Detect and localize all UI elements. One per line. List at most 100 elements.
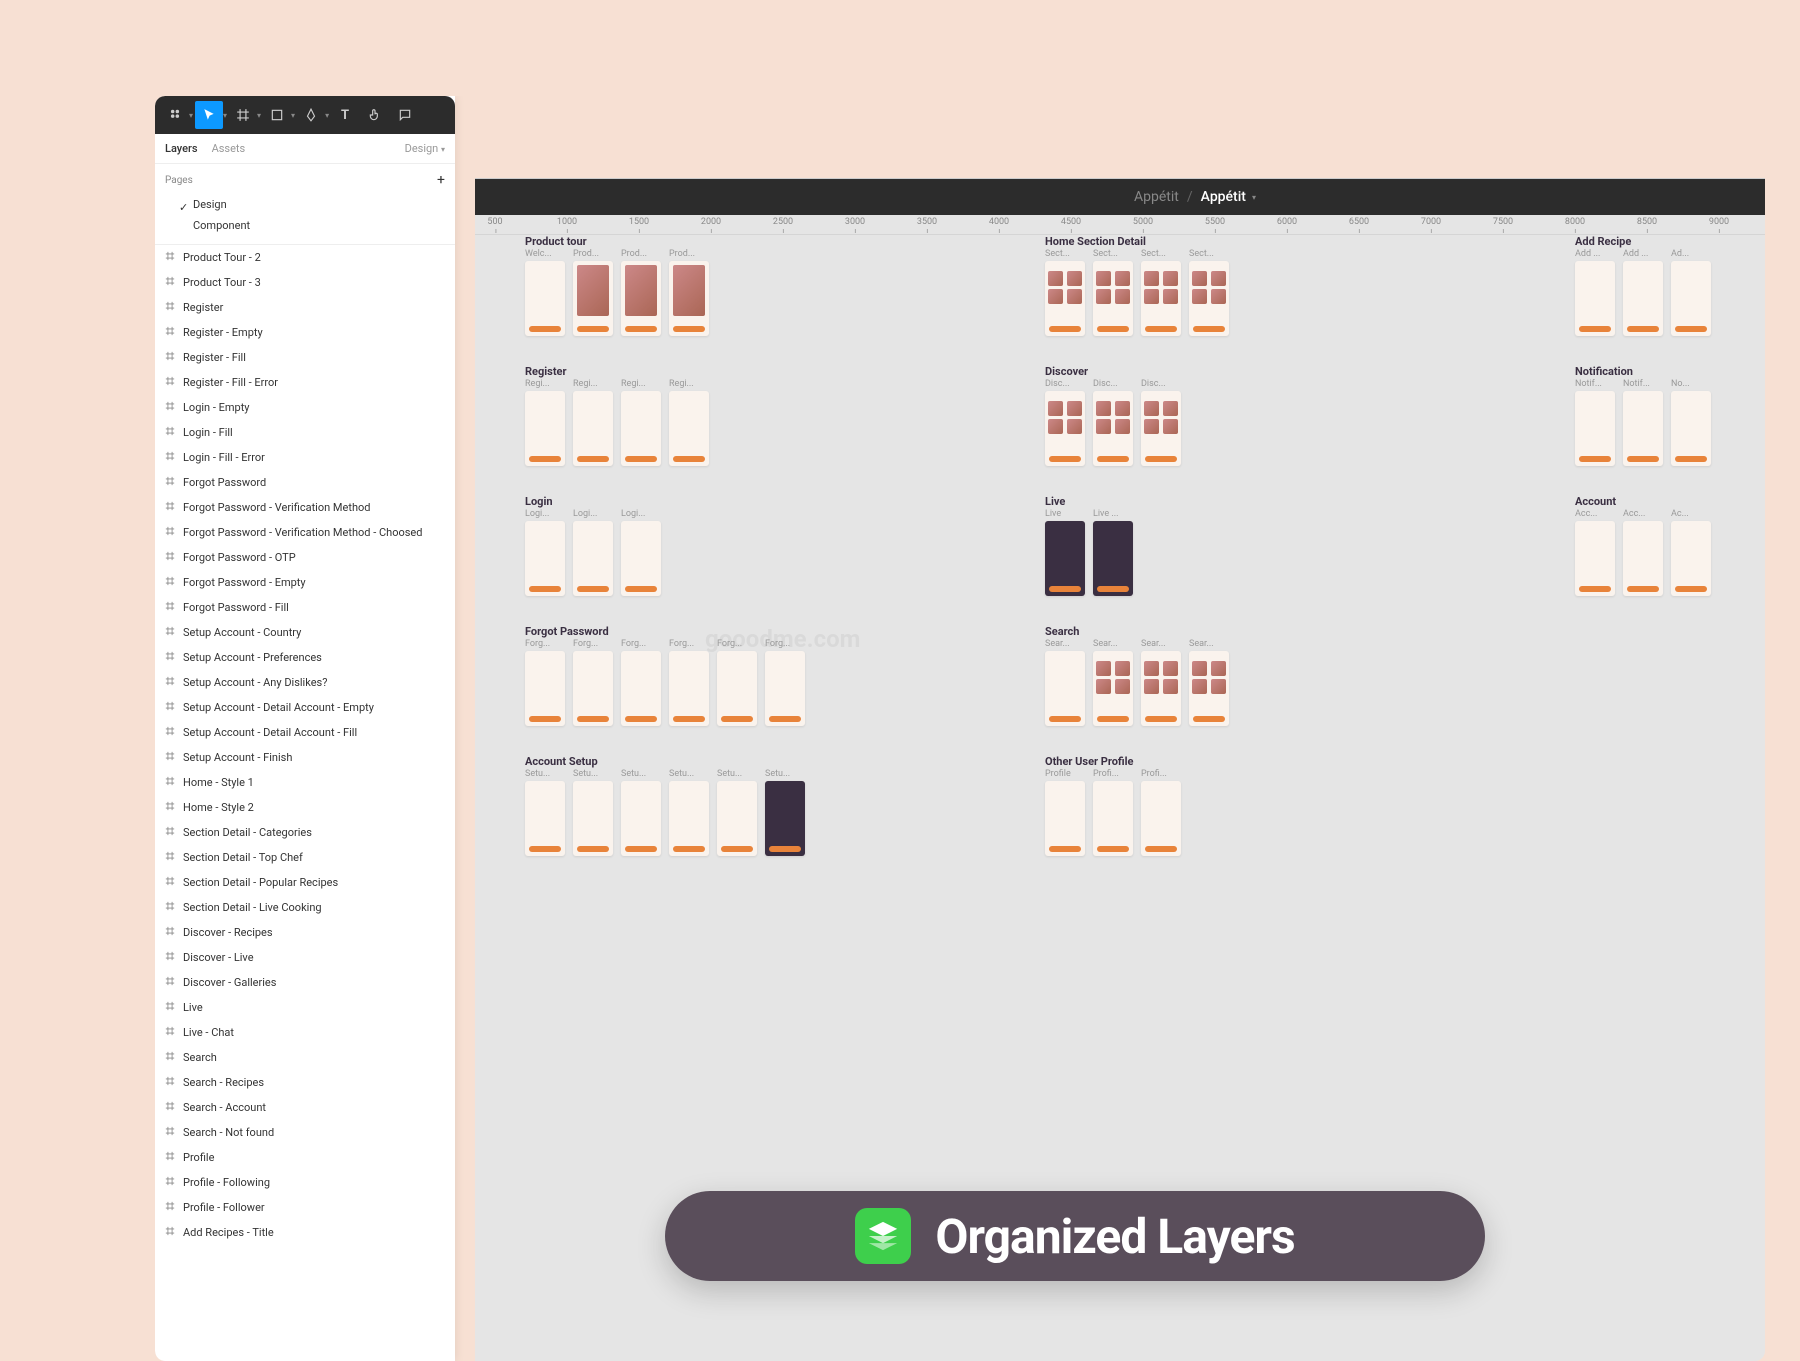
pen-tool-icon[interactable] xyxy=(297,101,325,129)
layer-item[interactable]: Discover - Live xyxy=(155,945,455,970)
layer-item[interactable]: Forgot Password - OTP xyxy=(155,545,455,570)
frame-thumb[interactable]: Prod... xyxy=(621,249,661,336)
frame-thumb[interactable]: Prod... xyxy=(573,249,613,336)
layer-item[interactable]: Forgot Password - Verification Method xyxy=(155,495,455,520)
breadcrumb-parent[interactable]: Appétit xyxy=(1134,189,1179,205)
layer-item[interactable]: Setup Account - Country xyxy=(155,620,455,645)
comment-tool-icon[interactable] xyxy=(391,101,419,129)
layer-item[interactable]: Discover - Recipes xyxy=(155,920,455,945)
canvas-body[interactable]: gooodme.com Product tourWelc...Prod...Pr… xyxy=(475,235,1765,1355)
frame-thumb[interactable]: Setu... xyxy=(621,769,661,856)
layer-item[interactable]: Register xyxy=(155,295,455,320)
layer-item[interactable]: Section Detail - Live Cooking xyxy=(155,895,455,920)
frame-thumb[interactable]: Setu... xyxy=(669,769,709,856)
frame-thumb[interactable]: Regi... xyxy=(573,379,613,466)
frame-thumb[interactable]: Logi... xyxy=(573,509,613,596)
frame-thumb[interactable]: Disc... xyxy=(1045,379,1085,466)
figma-menu-icon[interactable] xyxy=(161,101,189,129)
layer-item[interactable]: Section Detail - Popular Recipes xyxy=(155,870,455,895)
frame-thumb[interactable]: Notif... xyxy=(1623,379,1663,466)
layer-item[interactable]: Forgot Password - Fill xyxy=(155,595,455,620)
layer-item[interactable]: Login - Fill xyxy=(155,420,455,445)
frame-thumb[interactable]: Forg... xyxy=(621,639,661,726)
layer-item[interactable]: Product Tour - 3 xyxy=(155,270,455,295)
layer-item[interactable]: Search - Account xyxy=(155,1095,455,1120)
frame-thumb[interactable]: Prod... xyxy=(669,249,709,336)
frame-thumb[interactable]: Notif... xyxy=(1575,379,1615,466)
frame-thumb[interactable]: Forg... xyxy=(669,639,709,726)
hand-tool-icon[interactable] xyxy=(361,101,389,129)
layer-item[interactable]: Setup Account - Finish xyxy=(155,745,455,770)
frame-thumb[interactable]: Live ... xyxy=(1093,509,1133,596)
page-item[interactable]: ✓Component xyxy=(165,215,445,236)
frame-thumb[interactable]: Forg... xyxy=(573,639,613,726)
frame-thumb[interactable]: Profi... xyxy=(1141,769,1181,856)
layer-item[interactable]: Product Tour - 2 xyxy=(155,245,455,270)
tab-assets[interactable]: Assets xyxy=(212,142,246,155)
frame-thumb[interactable]: Disc... xyxy=(1093,379,1133,466)
breadcrumb-active[interactable]: Appétit xyxy=(1201,189,1246,205)
layer-item[interactable]: Live xyxy=(155,995,455,1020)
frame-thumb[interactable]: Acc... xyxy=(1623,509,1663,596)
frame-thumb[interactable]: Sear... xyxy=(1189,639,1229,726)
layer-item[interactable]: Home - Style 1 xyxy=(155,770,455,795)
layer-item[interactable]: Profile - Following xyxy=(155,1170,455,1195)
layer-item[interactable]: Search - Not found xyxy=(155,1120,455,1145)
layer-item[interactable]: Profile - Follower xyxy=(155,1195,455,1220)
frame-thumb[interactable]: Setu... xyxy=(717,769,757,856)
frame-thumb[interactable]: Forg... xyxy=(717,639,757,726)
frame-thumb[interactable]: Logi... xyxy=(621,509,661,596)
frame-thumb[interactable]: Logi... xyxy=(525,509,565,596)
frame-thumb[interactable]: Welc... xyxy=(525,249,565,336)
rect-tool-icon[interactable] xyxy=(263,101,291,129)
layer-item[interactable]: Setup Account - Detail Account - Empty xyxy=(155,695,455,720)
frame-thumb[interactable]: Acc... xyxy=(1575,509,1615,596)
frame-thumb[interactable]: Sect... xyxy=(1045,249,1085,336)
frame-thumb[interactable]: Forg... xyxy=(525,639,565,726)
frame-thumb[interactable]: Add ... xyxy=(1623,249,1663,336)
frame-thumb[interactable]: Sect... xyxy=(1141,249,1181,336)
frame-thumb[interactable]: Profi... xyxy=(1093,769,1133,856)
layer-item[interactable]: Setup Account - Detail Account - Fill xyxy=(155,720,455,745)
frame-thumb[interactable]: Forg... xyxy=(765,639,805,726)
frame-thumb[interactable]: Sear... xyxy=(1141,639,1181,726)
layer-item[interactable]: Login - Empty xyxy=(155,395,455,420)
frame-thumb[interactable]: Regi... xyxy=(621,379,661,466)
layer-item[interactable]: Section Detail - Categories xyxy=(155,820,455,845)
frame-tool-icon[interactable] xyxy=(229,101,257,129)
layer-item[interactable]: Home - Style 2 xyxy=(155,795,455,820)
layer-item[interactable]: Discover - Galleries xyxy=(155,970,455,995)
text-tool-icon[interactable]: T xyxy=(331,101,359,129)
layer-item[interactable]: Forgot Password xyxy=(155,470,455,495)
frame-thumb[interactable]: Profile xyxy=(1045,769,1085,856)
frame-thumb[interactable]: Regi... xyxy=(669,379,709,466)
add-page-icon[interactable]: + xyxy=(437,172,445,188)
frame-thumb[interactable]: Live xyxy=(1045,509,1085,596)
frame-thumb[interactable]: Regi... xyxy=(525,379,565,466)
layer-item[interactable]: Setup Account - Any Dislikes? xyxy=(155,670,455,695)
frame-thumb[interactable]: Sear... xyxy=(1045,639,1085,726)
layer-item[interactable]: Setup Account - Preferences xyxy=(155,645,455,670)
frame-thumb[interactable]: Ac... xyxy=(1671,509,1711,596)
layer-item[interactable]: Login - Fill - Error xyxy=(155,445,455,470)
frame-thumb[interactable]: Sect... xyxy=(1189,249,1229,336)
frame-thumb[interactable]: Setu... xyxy=(765,769,805,856)
layer-item[interactable]: Profile xyxy=(155,1145,455,1170)
chevron-down-icon[interactable]: ▾ xyxy=(1252,193,1256,202)
layer-item[interactable]: Search xyxy=(155,1045,455,1070)
design-link[interactable]: Design ▾ xyxy=(405,142,445,155)
layer-item[interactable]: Forgot Password - Empty xyxy=(155,570,455,595)
frame-thumb[interactable]: Setu... xyxy=(573,769,613,856)
layers-list[interactable]: Product Tour - 2Product Tour - 3Register… xyxy=(155,245,455,1295)
layer-item[interactable]: Add Recipes - Title xyxy=(155,1220,455,1245)
layer-item[interactable]: Register - Empty xyxy=(155,320,455,345)
layer-item[interactable]: Forgot Password - Verification Method - … xyxy=(155,520,455,545)
layer-item[interactable]: Search - Recipes xyxy=(155,1070,455,1095)
page-item[interactable]: ✓Design xyxy=(165,194,445,215)
layer-item[interactable]: Live - Chat xyxy=(155,1020,455,1045)
cursor-tool-icon[interactable] xyxy=(195,101,223,129)
frame-thumb[interactable]: Ad... xyxy=(1671,249,1711,336)
frame-thumb[interactable]: Disc... xyxy=(1141,379,1181,466)
tab-layers[interactable]: Layers xyxy=(165,142,198,155)
frame-thumb[interactable]: No... xyxy=(1671,379,1711,466)
